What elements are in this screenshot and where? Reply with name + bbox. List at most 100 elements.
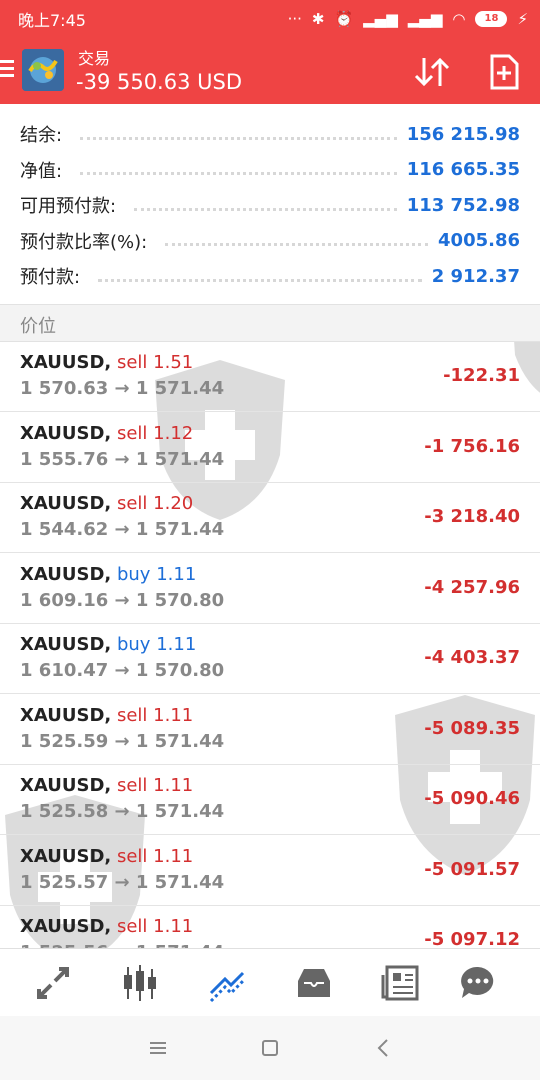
app-logo [22,49,64,91]
position-profit: -5 091.57 [424,858,520,880]
position-type: sell [116,775,148,796]
dotted-leader [98,277,422,282]
position-symbol: XAUUSD, [20,916,112,937]
position-volume: 1.12 [153,422,194,444]
position-type: buy [116,563,151,585]
position-prices: 1 544.62 → 1 571.44 [20,519,225,540]
back-icon[interactable] [372,1036,396,1060]
position-header: XAUUSD, sell 1.11 [20,775,193,796]
position-row[interactable]: XAUUSD, sell 1.20 1 544.62 → 1 571.44 -3 2… [0,483,540,553]
summary-row: 可用预付款: 113 752.98 [20,187,520,223]
position-symbol: XAUUSD, [20,845,112,867]
position-symbol: XAUUSD, [20,352,112,373]
app-title: 交易 [78,49,111,68]
cell-signal-icon: ▂▄▆ [363,10,398,28]
app-bar: 交易 -39 550.63 USD [0,38,540,104]
dotted-leader [134,206,397,211]
position-header: XAUUSD, sell 1.11 [20,916,193,937]
summary-value: 2 912.37 [431,265,520,287]
home-icon[interactable] [258,1036,282,1060]
position-profit: -4 257.96 [424,576,520,598]
summary-row: 预付款比率(%): 4005.86 [20,223,520,259]
position-header: XAUUSD, buy 1.11 [20,564,196,585]
position-volume: 1.11 [156,634,197,655]
position-row[interactable]: XAUUSD, sell 1.12 1 555.76 → 1 571.44 -1 7… [0,413,540,483]
position-header: XAUUSD, sell 1.12 [20,423,193,444]
position-type: buy [116,634,151,655]
summary-value: 116 665.35 [406,159,520,180]
position-header: XAUUSD, sell 1.11 [20,705,193,726]
position-type: sell [116,916,148,937]
trade-icon[interactable] [207,963,247,1003]
summary-row: 净值: 116 665.35 [20,152,520,188]
position-symbol: XAUUSD, [20,422,112,444]
signal-dots-icon: ··· [287,10,302,28]
summary-value: 4005.86 [438,230,520,251]
recent-apps-icon[interactable] [146,1036,170,1060]
position-volume: 1.11 [156,563,197,585]
position-type: sell [116,704,148,726]
position-row[interactable]: XAUUSD, sell 1.51 1 570.63 → 1 571.44 -122… [0,342,540,412]
dotted-leader [165,241,429,246]
position-symbol: XAUUSD, [20,634,112,655]
status-icons: ··· ✱ ⏰ ▂▄▆ ▂▄▆ ◠ 18 ⚡ [288,10,528,28]
position-profit: -122.31 [443,365,520,386]
summary-row: 预付款: 2 912.37 [20,258,520,294]
new-order-button[interactable] [486,54,522,90]
position-volume: 1.11 [153,775,194,796]
position-type: sell [116,352,148,373]
chart-icon[interactable] [120,963,160,1003]
position-type: sell [116,422,148,444]
position-volume: 1.11 [153,916,194,937]
cell-signal-2-icon: ▂▄▆ [407,10,443,28]
position-header: XAUUSD, sell 1.20 [20,493,193,514]
account-summary: 结余: 156 215.98 净值: 116 665.35 可用预付款: 113 752.… [0,104,540,304]
chat-icon[interactable] [458,963,498,1003]
position-type: sell [116,845,148,867]
summary-label: 净值: [20,160,63,182]
bottom-nav [0,948,540,1016]
position-symbol: XAUUSD, [20,493,112,514]
charging-icon: ⚡ [517,10,528,28]
position-row[interactable]: XAUUSD, sell 1.111 525.56 → 1 571.44-5 0… [0,906,540,948]
position-header: XAUUSD, sell 1.11 [20,846,193,867]
news-icon[interactable] [381,963,421,1003]
position-type: sell [116,493,148,514]
position-profit: -4 403.37 [424,647,520,668]
position-row[interactable]: XAUUSD, sell 1.11 1 525.58 → 1 571.44 -5 0… [0,765,540,835]
position-profit: -1 756.16 [424,435,520,457]
position-prices: 1 525.58 → 1 571.44 [20,801,225,822]
position-profit: -3 218.40 [424,506,520,527]
system-nav-bar [0,1016,540,1080]
status-time: 晚上7:45 [18,11,86,30]
position-prices: 1 525.57 → 1 571.44 [20,871,225,893]
summary-label: 结余: [20,125,63,146]
position-profit: -5 097.12 [424,929,520,948]
position-row[interactable]: XAUUSD, buy 1.11 1 609.16 → 1 570.80 -4 25… [0,554,540,624]
position-prices: 1 570.63 → 1 571.44 [20,378,225,399]
position-symbol: XAUUSD, [20,563,112,585]
position-profit: -5 089.35 [424,717,520,739]
status-bar: 晚上7:45 ··· ✱ ⏰ ▂▄▆ ▂▄▆ ◠ 18 ⚡ [0,0,540,38]
position-header: XAUUSD, buy 1.11 [20,634,196,655]
position-row[interactable]: XAUUSD, buy 1.11 1 610.47 → 1 570.80 -4 40… [0,624,540,694]
section-title: 价位 [20,316,56,337]
history-icon[interactable] [294,963,334,1003]
bluetooth-icon: ✱ [311,10,325,28]
position-volume: 1.11 [153,845,194,867]
dotted-leader [80,170,397,175]
summary-label: 预付款比率(%): [20,231,148,253]
position-volume: 1.11 [153,704,194,726]
position-prices: 1 610.47 → 1 570.80 [20,660,225,681]
position-row[interactable]: XAUUSD, sell 1.11 1 525.57 → 1 571.44 -5 0… [0,836,540,906]
position-volume: 1.20 [153,493,194,514]
position-row[interactable]: XAUUSD, sell 1.11 1 525.59 → 1 571.44 -5 0… [0,695,540,765]
quotes-icon[interactable] [33,963,73,1003]
summary-value: 113 752.98 [406,194,520,216]
position-prices: 1 525.59 → 1 571.44 [20,730,225,752]
sort-button[interactable] [412,54,452,90]
menu-icon[interactable] [0,60,14,81]
position-header: XAUUSD, sell 1.51 [20,352,193,373]
positions-list[interactable]: XAUUSD, sell 1.51 1 570.63 → 1 571.44 -122… [0,342,540,948]
floating-profit: -39 550.63 USD [76,70,243,94]
